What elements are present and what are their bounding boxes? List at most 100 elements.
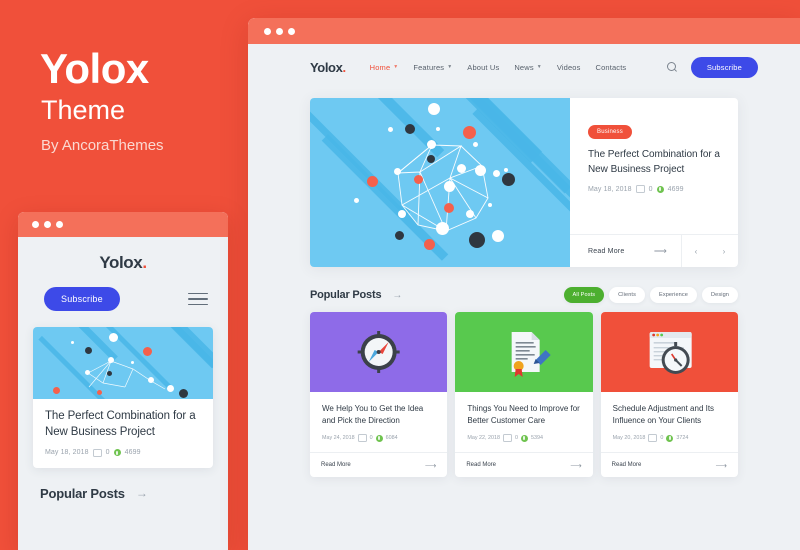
read-more-label: Read More xyxy=(466,462,497,468)
post-thumbnail xyxy=(600,312,738,392)
arrow-right-icon: ⟶ xyxy=(653,245,667,256)
window-dot-minimize-icon[interactable] xyxy=(44,221,51,228)
views-icon xyxy=(113,449,121,457)
desktop-mockup: Yolox. Home ▼ Features ▼ About Us News ▼ Vi… xyxy=(248,18,800,550)
filter-experience[interactable]: Experience xyxy=(649,287,697,303)
network-nodes-illustration xyxy=(33,327,213,399)
post-meta: May 22, 2018 0 5394 xyxy=(467,434,580,442)
comment-icon xyxy=(357,434,367,442)
arrow-right-icon[interactable]: → xyxy=(136,486,148,500)
hero-thumbnail xyxy=(310,98,570,267)
post-card[interactable]: Schedule Adjustment and Its Influence on… xyxy=(600,312,738,477)
nav-label: News xyxy=(514,62,534,72)
chevron-down-icon: ▼ xyxy=(393,63,399,70)
nav-item-about-us[interactable]: About Us xyxy=(467,63,499,72)
window-dot-minimize-icon[interactable] xyxy=(276,27,283,35)
post-card-body: Things You Need to Improve for Better Cu… xyxy=(455,392,592,452)
post-comments: 0 xyxy=(660,435,664,441)
post-comments: 0 xyxy=(515,435,518,441)
network-nodes-illustration xyxy=(310,98,570,267)
post-card-body: We Help You to Get the Idea and Pick the… xyxy=(310,392,447,452)
mobile-nav-row: Subscribe xyxy=(18,273,228,311)
category-badge[interactable]: Business xyxy=(588,125,632,139)
comment-icon xyxy=(503,434,512,442)
post-read-more-button[interactable]: Read More ⟶ xyxy=(600,452,738,477)
read-more-label: Read More xyxy=(611,462,642,468)
nav-item-home[interactable]: Home ▼ xyxy=(370,63,399,72)
post-date: May 24, 2018 xyxy=(322,435,355,441)
post-date: May 22, 2018 xyxy=(467,435,500,441)
window-dot-maximize-icon[interactable] xyxy=(288,27,295,35)
nav-item-news[interactable]: News ▼ xyxy=(514,63,541,72)
nav-item-contacts[interactable]: Contacts xyxy=(596,63,627,72)
post-title: Things You Need to Improve for Better Cu… xyxy=(467,404,580,425)
views-icon xyxy=(375,434,383,442)
window-dot-close-icon[interactable] xyxy=(264,27,271,35)
post-thumbnail xyxy=(455,312,593,392)
post-title: Schedule Adjustment and Its Influence on… xyxy=(612,404,715,425)
mobile-card-meta: May 18, 2018 0 4699 xyxy=(45,448,201,457)
hero-pagination: ‹ › xyxy=(681,235,738,267)
network-lines xyxy=(87,360,166,390)
filter-all-posts[interactable]: All Posts xyxy=(563,287,605,303)
mobile-card-body: The Perfect Combination for a New Busine… xyxy=(33,399,213,468)
promo-title: Yolox xyxy=(40,45,149,92)
prev-slide-button[interactable]: ‹ xyxy=(682,247,710,256)
post-card-body: Schedule Adjustment and Its Influence on… xyxy=(601,392,738,452)
browser-stopwatch-icon xyxy=(649,332,692,374)
post-read-more-button[interactable]: Read More ⟶ xyxy=(455,452,593,477)
arrow-right-icon: ⟶ xyxy=(715,460,727,470)
hero-content: Business The Perfect Combination for a N… xyxy=(570,98,738,267)
filter-clients[interactable]: Clients xyxy=(609,287,645,303)
chevron-down-icon: ▼ xyxy=(536,63,542,70)
nav-item-videos[interactable]: Videos xyxy=(557,63,581,72)
popular-posts-header: Popular Posts → All Posts Clients Experi… xyxy=(310,287,738,303)
comment-icon xyxy=(635,185,645,193)
desktop-viewport: Yolox. Home ▼ Features ▼ About Us News ▼ Vi… xyxy=(248,44,800,550)
mobile-subscribe-button[interactable]: Subscribe xyxy=(44,287,120,311)
certificate-pen-icon xyxy=(511,332,551,377)
hero-read-more-button[interactable]: Read More ⟶ xyxy=(570,235,681,267)
mobile-popular-header: Popular Posts → xyxy=(18,468,228,501)
comment-icon xyxy=(92,448,102,457)
arrow-right-icon[interactable]: → xyxy=(392,290,402,301)
views-icon xyxy=(656,185,664,193)
mobile-featured-card[interactable]: The Perfect Combination for a New Busine… xyxy=(33,327,213,468)
nav-item-features[interactable]: Features ▼ xyxy=(413,63,452,72)
nav-label: Videos xyxy=(556,62,581,72)
logo-dot-icon: . xyxy=(342,59,346,75)
search-icon[interactable] xyxy=(666,62,678,73)
mobile-logo-text: Yolox xyxy=(99,253,143,272)
read-more-label: Read More xyxy=(588,247,625,255)
desktop-window-chrome xyxy=(248,18,800,44)
comment-icon xyxy=(648,434,658,442)
mobile-card-comments: 0 xyxy=(105,449,110,457)
hero-featured-post[interactable]: Business The Perfect Combination for a N… xyxy=(310,98,738,267)
main-navigation: Home ▼ Features ▼ About Us News ▼ Videos Co… xyxy=(370,63,627,72)
post-thumbnail xyxy=(310,312,448,392)
hero-meta: May 18, 2018 0 4699 xyxy=(588,185,722,193)
header-actions: Subscribe xyxy=(666,56,800,78)
site-header: Yolox. Home ▼ Features ▼ About Us News ▼ Vi… xyxy=(248,44,800,90)
window-dot-maximize-icon[interactable] xyxy=(56,221,63,228)
mobile-card-thumbnail xyxy=(33,327,213,399)
hamburger-icon[interactable] xyxy=(188,292,208,306)
network-lines xyxy=(397,144,489,232)
post-read-more-button[interactable]: Read More ⟶ xyxy=(310,452,448,477)
mobile-popular-title: Popular Posts xyxy=(40,485,125,501)
next-slide-button[interactable]: › xyxy=(710,247,738,256)
popular-posts-title: Popular Posts xyxy=(310,289,382,301)
popular-posts-grid: We Help You to Get the Idea and Pick the… xyxy=(310,312,738,477)
mobile-logo[interactable]: Yolox. xyxy=(18,237,228,273)
post-card[interactable]: Things You Need to Improve for Better Cu… xyxy=(455,312,593,477)
arrow-right-icon: ⟶ xyxy=(570,460,582,470)
filter-design[interactable]: Design xyxy=(701,287,738,303)
window-dot-close-icon[interactable] xyxy=(32,221,39,228)
post-date: May 20, 2018 xyxy=(612,435,646,441)
hero-footer: Read More ⟶ ‹ › xyxy=(570,234,738,267)
views-icon xyxy=(521,434,528,442)
post-card[interactable]: We Help You to Get the Idea and Pick the… xyxy=(310,312,448,477)
desktop-logo[interactable]: Yolox. xyxy=(310,60,346,75)
compass-icon xyxy=(357,331,400,373)
subscribe-button[interactable]: Subscribe xyxy=(690,56,758,78)
